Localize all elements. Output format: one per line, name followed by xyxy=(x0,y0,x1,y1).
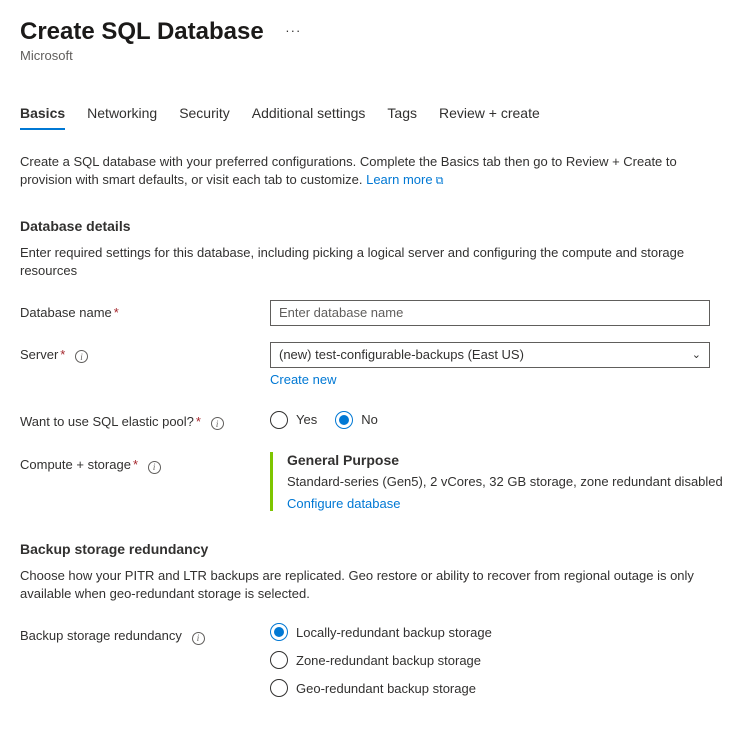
publisher-subtitle: Microsoft xyxy=(20,48,728,63)
radio-icon xyxy=(270,411,288,429)
radio-label: Geo-redundant backup storage xyxy=(296,681,476,696)
header-area: Create SQL Database ··· Microsoft xyxy=(20,18,728,63)
learn-more-link[interactable]: Learn more ⧉ xyxy=(366,172,443,187)
elastic-pool-label: Want to use SQL elastic pool?* xyxy=(20,409,270,431)
learn-more-label: Learn more xyxy=(366,172,432,187)
row-database-name: Database name* xyxy=(20,300,728,326)
backup-zone-redundant-radio[interactable]: Zone-redundant backup storage xyxy=(270,651,728,669)
row-backup-redundancy: Backup storage redundancy Locally-redund… xyxy=(20,623,728,697)
tab-review-create[interactable]: Review + create xyxy=(439,99,540,129)
elastic-pool-yes-radio[interactable]: Yes xyxy=(270,411,317,429)
chevron-down-icon: ⌄ xyxy=(692,348,701,361)
tab-additional-settings[interactable]: Additional settings xyxy=(252,99,366,129)
row-compute-storage: Compute + storage* General Purpose Stand… xyxy=(20,452,728,511)
radio-label: Zone-redundant backup storage xyxy=(296,653,481,668)
server-label: Server* xyxy=(20,342,270,364)
radio-icon xyxy=(270,679,288,697)
database-name-input[interactable] xyxy=(270,300,710,326)
radio-label: No xyxy=(361,412,378,427)
compute-storage-label: Compute + storage* xyxy=(20,452,270,474)
database-details-desc: Enter required settings for this databas… xyxy=(20,244,728,280)
tab-security[interactable]: Security xyxy=(179,99,230,129)
backup-locally-redundant-radio[interactable]: Locally-redundant backup storage xyxy=(270,623,728,641)
radio-icon xyxy=(270,651,288,669)
info-icon[interactable] xyxy=(148,461,161,474)
elastic-pool-no-radio[interactable]: No xyxy=(335,411,378,429)
compute-tier-title: General Purpose xyxy=(287,452,728,468)
configure-database-link[interactable]: Configure database xyxy=(287,496,400,511)
tab-bar: Basics Networking Security Additional se… xyxy=(20,99,728,129)
backup-section-desc: Choose how your PITR and LTR backups are… xyxy=(20,567,728,603)
info-icon[interactable] xyxy=(211,417,224,430)
tab-tags[interactable]: Tags xyxy=(387,99,417,129)
tab-networking[interactable]: Networking xyxy=(87,99,157,129)
tab-basics[interactable]: Basics xyxy=(20,99,65,129)
compute-tier-desc: Standard-series (Gen5), 2 vCores, 32 GB … xyxy=(287,472,728,492)
intro-text: Create a SQL database with your preferre… xyxy=(20,153,728,190)
database-name-label: Database name* xyxy=(20,300,270,320)
info-icon[interactable] xyxy=(75,350,88,363)
backup-section-title: Backup storage redundancy xyxy=(20,541,728,557)
compute-summary: General Purpose Standard-series (Gen5), … xyxy=(270,452,728,511)
info-icon[interactable] xyxy=(192,632,205,645)
create-new-server-link[interactable]: Create new xyxy=(270,372,336,387)
radio-icon xyxy=(270,623,288,641)
radio-icon xyxy=(335,411,353,429)
radio-label: Yes xyxy=(296,412,317,427)
backup-redundancy-label: Backup storage redundancy xyxy=(20,623,270,645)
database-details-title: Database details xyxy=(20,218,728,234)
radio-label: Locally-redundant backup storage xyxy=(296,625,492,640)
server-select[interactable]: (new) test-configurable-backups (East US… xyxy=(270,342,710,368)
external-link-icon: ⧉ xyxy=(436,174,444,189)
backup-geo-redundant-radio[interactable]: Geo-redundant backup storage xyxy=(270,679,728,697)
server-select-value: (new) test-configurable-backups (East US… xyxy=(279,347,524,362)
intro-text-body: Create a SQL database with your preferre… xyxy=(20,154,677,187)
page-title: Create SQL Database xyxy=(20,18,264,46)
row-elastic-pool: Want to use SQL elastic pool?* Yes No xyxy=(20,409,728,431)
more-actions-button[interactable]: ··· xyxy=(285,23,301,38)
row-server: Server* (new) test-configurable-backups … xyxy=(20,342,728,387)
